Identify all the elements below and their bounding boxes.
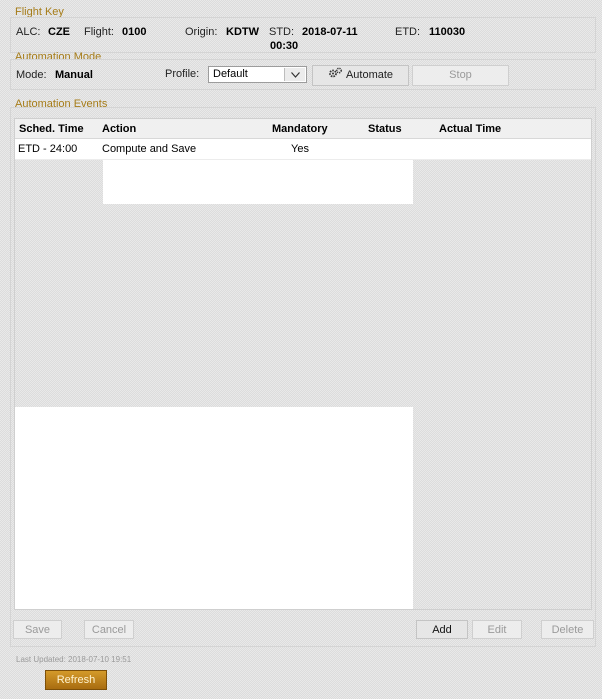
profile-label: Profile:: [165, 68, 200, 80]
alc-label: ALC:: [16, 26, 41, 38]
refresh-button[interactable]: Refresh: [45, 670, 107, 690]
table-row[interactable]: ETD - 24:00 Compute and Save Yes: [15, 139, 591, 160]
column-header-status[interactable]: Status: [368, 123, 402, 135]
stop-button[interactable]: Stop: [412, 65, 509, 86]
table-empty-area: [103, 160, 413, 204]
column-header-actual-time[interactable]: Actual Time: [439, 123, 501, 135]
profile-select[interactable]: Default: [208, 66, 307, 83]
mode-value: Manual: [55, 69, 93, 81]
std-value-date: 2018-07-11: [302, 26, 358, 38]
automate-button[interactable]: Automate: [312, 65, 409, 86]
column-header-sched-time[interactable]: Sched. Time: [19, 123, 84, 135]
alc-value: CZE: [48, 26, 70, 38]
std-label: STD:: [269, 26, 295, 38]
add-button[interactable]: Add: [416, 620, 468, 639]
delete-button[interactable]: Delete: [541, 620, 594, 639]
gears-icon: [328, 66, 343, 84]
mode-label: Mode:: [16, 69, 47, 81]
column-header-action[interactable]: Action: [102, 123, 136, 135]
cell-mandatory: Yes: [291, 143, 309, 155]
cell-action: Compute and Save: [102, 143, 197, 155]
last-updated-text: Last Updated: 2018-07-10 19:51: [16, 655, 132, 664]
cell-sched-time: ETD - 24:00: [18, 143, 78, 155]
origin-label: Origin:: [185, 26, 218, 38]
std-value-time: 00:30: [270, 40, 299, 52]
events-table-header: Sched. Time Action Mandatory Status Actu…: [15, 119, 591, 139]
automate-button-label: Automate: [345, 69, 394, 81]
etd-value: 110030: [429, 26, 466, 38]
etd-label: ETD:: [395, 26, 421, 38]
chevron-down-icon[interactable]: [284, 68, 305, 81]
cancel-button[interactable]: Cancel: [84, 620, 134, 639]
edit-button[interactable]: Edit: [472, 620, 522, 639]
profile-select-value: Default: [213, 68, 248, 80]
flight-label: Flight:: [84, 26, 114, 38]
origin-value: KDTW: [226, 26, 259, 38]
table-empty-area-lower: [15, 407, 413, 609]
events-table: Sched. Time Action Mandatory Status Actu…: [14, 118, 592, 610]
save-button[interactable]: Save: [13, 620, 62, 639]
column-header-mandatory[interactable]: Mandatory: [272, 123, 328, 135]
flight-value: 0100: [122, 26, 147, 38]
